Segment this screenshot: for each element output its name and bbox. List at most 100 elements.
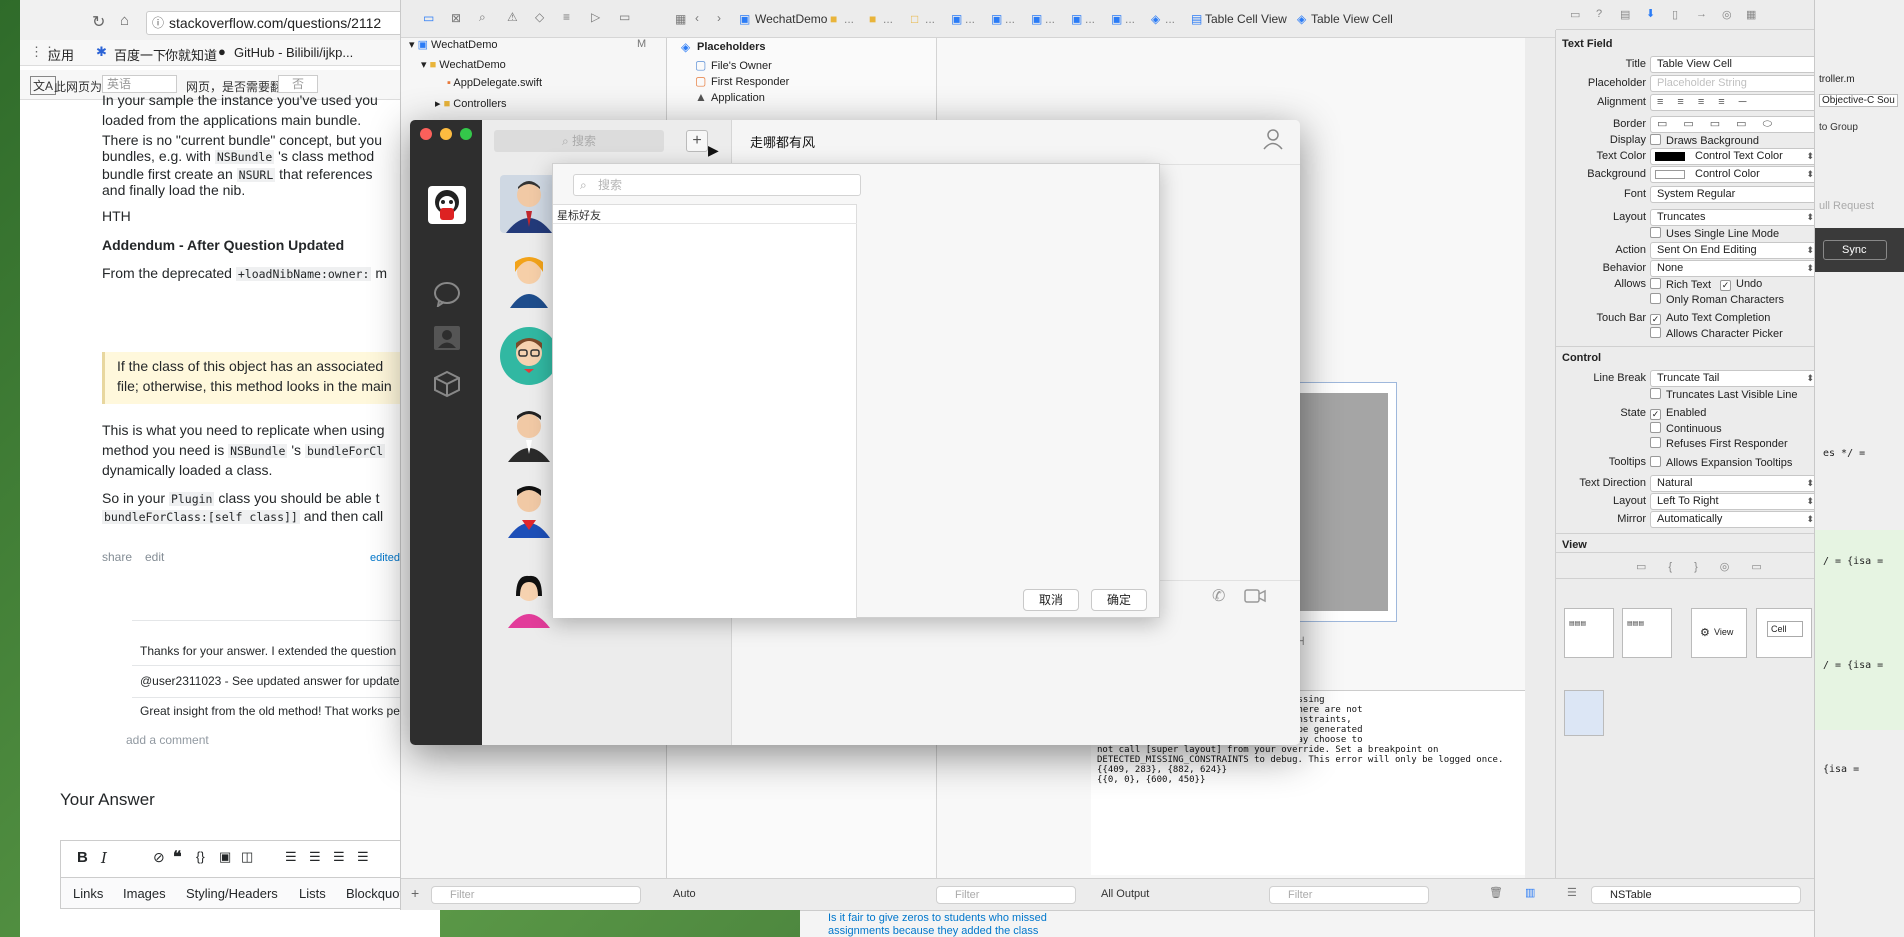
enabled-checkbox[interactable]: ✓ Enabled bbox=[1650, 407, 1706, 420]
zoom-button[interactable] bbox=[460, 128, 472, 140]
italic-icon[interactable]: I bbox=[101, 849, 107, 867]
folder-icon[interactable]: ▭ bbox=[423, 11, 434, 25]
undo-checkbox[interactable]: ✓ Undo bbox=[1720, 278, 1762, 291]
pull-request-button[interactable]: ull Request bbox=[1819, 200, 1874, 212]
split-view-icon[interactable]: ▥ bbox=[1525, 886, 1535, 899]
refuses-checkbox[interactable]: Refuses First Responder bbox=[1650, 437, 1788, 450]
language-select[interactable]: Objective-C Sou bbox=[1819, 94, 1898, 107]
jump-item-table-cell-view[interactable]: Table Cell View bbox=[1205, 12, 1287, 26]
contact-avatar[interactable] bbox=[500, 250, 558, 308]
video-icon[interactable] bbox=[1244, 588, 1266, 604]
contact-avatar[interactable] bbox=[500, 480, 558, 538]
help-icon[interactable]: ? bbox=[1596, 8, 1602, 20]
font-field[interactable]: System Regular bbox=[1650, 186, 1818, 203]
grid-icon[interactable]: ▦ bbox=[675, 12, 686, 26]
mirror-popup[interactable]: Automatically bbox=[1650, 511, 1818, 528]
help-tab-links[interactable]: Links bbox=[73, 886, 103, 901]
person-outline-icon[interactable] bbox=[1262, 128, 1284, 150]
dialog-search-input[interactable]: ⌕ 搜索 bbox=[573, 174, 861, 196]
search-box[interactable]: ⌕ 搜索 bbox=[494, 130, 664, 152]
chat-icon[interactable] bbox=[433, 281, 461, 307]
outline-item[interactable]: File's Owner bbox=[711, 60, 772, 72]
add-chat-button[interactable]: + bbox=[686, 130, 708, 152]
variables-filter[interactable]: Filter bbox=[936, 886, 1076, 904]
image-icon[interactable]: ▣ bbox=[219, 849, 231, 865]
help-tab-styling[interactable]: Styling/Headers bbox=[186, 886, 278, 901]
cancel-button[interactable]: 取消 bbox=[1023, 589, 1079, 611]
text-color-popup[interactable]: Control Text Color bbox=[1650, 148, 1818, 165]
jump-item[interactable]: ... bbox=[844, 12, 854, 26]
test-icon[interactable]: ◇ bbox=[535, 10, 544, 24]
truncates-last-checkbox[interactable]: Truncates Last Visible Line bbox=[1650, 388, 1797, 401]
bulleted-list-icon[interactable]: ☰ bbox=[309, 849, 321, 865]
code-icon[interactable]: {} bbox=[196, 849, 205, 864]
help-tab-lists[interactable]: Lists bbox=[299, 886, 326, 901]
library-tabs[interactable]: ▭{}◎▭ bbox=[1636, 560, 1784, 573]
line-break-popup[interactable]: Truncate Tail bbox=[1650, 370, 1818, 387]
edit-link[interactable]: edit bbox=[145, 550, 164, 564]
cube-icon[interactable] bbox=[433, 370, 461, 398]
single-line-checkbox[interactable]: Uses Single Line Mode bbox=[1650, 227, 1779, 240]
file-inspector-icon[interactable]: ▭ bbox=[1570, 8, 1580, 21]
jump-item[interactable]: ... bbox=[1125, 12, 1135, 26]
share-link[interactable]: share bbox=[102, 550, 132, 564]
home-icon[interactable]: ⌂ bbox=[120, 12, 129, 29]
rich-text-checkbox[interactable]: Rich Text bbox=[1650, 278, 1711, 291]
tree-item-controllers[interactable]: ▸ ■ Controllers bbox=[435, 97, 506, 110]
jump-item[interactable]: ... bbox=[1085, 12, 1095, 26]
search-icon[interactable]: ⌕ bbox=[479, 10, 486, 25]
tree-item-file[interactable]: ▪ AppDelegate.swift bbox=[447, 77, 542, 89]
jump-item[interactable]: ... bbox=[1165, 12, 1175, 26]
layout-popup[interactable]: Truncates bbox=[1650, 209, 1818, 226]
close-button[interactable] bbox=[420, 128, 432, 140]
debug-icon[interactable]: ≡ bbox=[563, 10, 570, 24]
layout-direction-popup[interactable]: Left To Right bbox=[1650, 493, 1818, 510]
confirm-button[interactable]: 确定 bbox=[1091, 589, 1147, 611]
outline-item[interactable]: Application bbox=[711, 92, 765, 104]
profile-avatar[interactable] bbox=[428, 186, 466, 224]
navigator-filter[interactable]: Filter bbox=[431, 886, 641, 904]
help-tab-images[interactable]: Images bbox=[123, 886, 166, 901]
contact-avatar[interactable] bbox=[500, 175, 558, 233]
attributes-icon[interactable]: ⬇ bbox=[1646, 7, 1655, 20]
bookmark-github[interactable]: GitHub - Bilibili/ijkp... bbox=[234, 45, 353, 60]
auto-select[interactable]: Auto bbox=[673, 888, 696, 900]
breakpoint-icon[interactable]: ▷ bbox=[591, 10, 600, 24]
source-control-icon[interactable]: ⊠ bbox=[451, 11, 461, 25]
library-item-outline[interactable] bbox=[1564, 690, 1604, 736]
behavior-popup[interactable]: None bbox=[1650, 260, 1818, 277]
numbered-list-icon[interactable]: ☰ bbox=[285, 849, 297, 865]
jump-item[interactable]: WechatDemo bbox=[755, 12, 827, 26]
bold-icon[interactable]: B bbox=[77, 849, 88, 866]
text-direction-popup[interactable]: Natural bbox=[1650, 475, 1818, 492]
library-filter[interactable]: NSTable bbox=[1591, 886, 1801, 904]
contacts-icon[interactable] bbox=[433, 325, 461, 351]
effects-icon[interactable]: ▦ bbox=[1746, 8, 1756, 21]
expansion-tooltips-checkbox[interactable]: Allows Expansion Tooltips bbox=[1650, 456, 1792, 469]
bookmark-zhidao[interactable]: 你就知道 bbox=[165, 45, 217, 64]
placeholder-field[interactable]: Placeholder String bbox=[1650, 75, 1818, 92]
related-question-link[interactable]: assignments because they added the class bbox=[828, 925, 1038, 937]
jump-item[interactable]: ... bbox=[883, 12, 893, 26]
trash-icon[interactable]: 🗑 bbox=[1489, 886, 1503, 899]
library-item-cell[interactable]: Cell bbox=[1756, 608, 1812, 658]
snippet-icon[interactable]: ◫ bbox=[241, 849, 253, 865]
size-icon[interactable]: ▯ bbox=[1672, 8, 1678, 21]
link-icon[interactable]: ⊘ bbox=[153, 849, 165, 866]
outline-item[interactable]: First Responder bbox=[711, 76, 789, 88]
auto-completion-checkbox[interactable]: ✓ Auto Text Completion bbox=[1650, 312, 1770, 325]
related-question-link[interactable]: Is it fair to give zeros to students who… bbox=[828, 912, 1047, 924]
bookmark-baidu[interactable]: 百度一下 bbox=[114, 45, 166, 64]
sync-button[interactable]: Sync bbox=[1823, 240, 1887, 260]
contact-avatar[interactable] bbox=[500, 570, 558, 628]
connections-icon[interactable]: → bbox=[1696, 8, 1707, 20]
tree-item-group[interactable]: ▾ ■ WechatDemo bbox=[421, 58, 506, 71]
jump-item[interactable]: ... bbox=[1005, 12, 1015, 26]
phone-icon[interactable]: ✆ bbox=[1212, 586, 1225, 606]
jump-item[interactable]: ... bbox=[965, 12, 975, 26]
back-icon[interactable]: ‹ bbox=[695, 11, 699, 25]
warning-icon[interactable]: ⚠ bbox=[507, 10, 518, 24]
action-popup[interactable]: Sent On End Editing bbox=[1650, 242, 1818, 259]
continuous-checkbox[interactable]: Continuous bbox=[1650, 422, 1722, 435]
minimize-button[interactable] bbox=[440, 128, 452, 140]
